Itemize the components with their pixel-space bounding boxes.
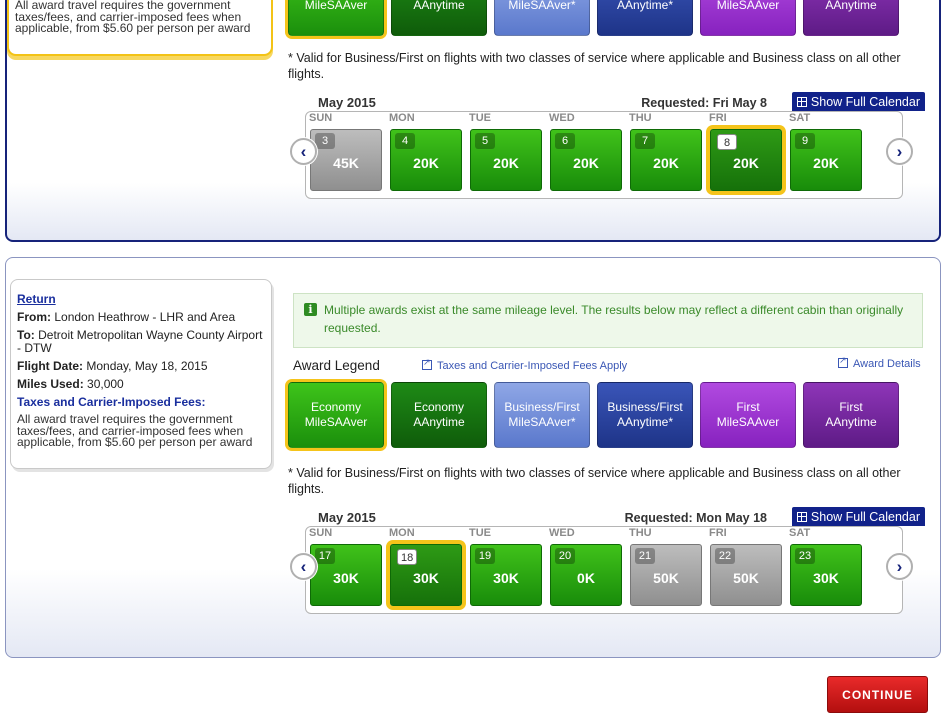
outbound-award-legend: MileSAAver AAnytime MileSAAver* AAnytime… [288, 0, 906, 36]
calendar-day-cell[interactable]: 19 30K [470, 544, 542, 606]
outbound-award-first-aanytime[interactable]: AAnytime [803, 0, 899, 36]
calendar-day-cell[interactable]: 7 20K [630, 129, 702, 191]
calendar-day-cell[interactable]: 8 20K [710, 129, 782, 191]
calendar-day-number: 7 [635, 133, 655, 149]
calendar-day-number: 23 [795, 548, 815, 564]
return-award-legend: Economy MileSAAver Economy AAnytime Busine… [288, 382, 906, 448]
outbound-award-business-milesaaver[interactable]: MileSAAver* [494, 0, 590, 36]
calendar-day-miles: 50K [733, 570, 759, 586]
chevron-left-icon[interactable]: ‹ [290, 553, 317, 580]
return-award-business-aanytime[interactable]: Business/First AAnytime* [597, 382, 693, 448]
return-to: To: Detroit Metropolitan Wayne County Ai… [17, 328, 263, 355]
calendar-day-cell[interactable]: 23 30K [790, 544, 862, 606]
outbound-valid-note: * Valid for Business/First on flights wi… [288, 51, 901, 81]
calendar-day-miles: 30K [333, 570, 359, 586]
outbound-calendar-month: May 2015 [318, 95, 376, 110]
calendar-day-cell[interactable]: 5 20K [470, 129, 542, 191]
calendar-day-number: 20 [555, 548, 575, 564]
return-requested-date: Requested: Mon May 18 [624, 511, 767, 525]
return-from: From: London Heathrow - LHR and Area [17, 310, 236, 324]
calendar-day-cell[interactable]: 22 50K [710, 544, 782, 606]
return-award-business-milesaaver[interactable]: Business/First MileSAAver* [494, 382, 590, 448]
calendar-day-cell[interactable]: 18 30K [390, 544, 462, 606]
calendar-day-number: 19 [475, 548, 495, 564]
calendar-day-miles: 20K [573, 155, 599, 171]
calendar-day-miles: 20K [493, 155, 519, 171]
return-calendar-month: May 2015 [318, 510, 376, 525]
calendar-day-cell[interactable]: 21 50K [630, 544, 702, 606]
chevron-right-icon[interactable]: › [886, 138, 913, 165]
return-award-first-aanytime[interactable]: First AAnytime [803, 382, 899, 448]
outbound-requested-date: Requested: Fri May 8 [641, 96, 767, 110]
award-details-link[interactable]: Award Details [838, 355, 921, 370]
chevron-right-icon[interactable]: › [886, 553, 913, 580]
calendar-grid-icon [796, 96, 807, 107]
calendar-day-miles: 45K [333, 155, 359, 171]
calendar-day-miles: 0K [577, 570, 595, 586]
calendar-day-miles: 20K [653, 155, 679, 171]
calendar-day-number: 8 [717, 134, 737, 150]
calendar-day-miles: 20K [813, 155, 839, 171]
return-miles-used: Miles Used: 30,000 [17, 377, 124, 391]
return-fees-text: All award travel requires the government… [17, 412, 253, 449]
calendar-day-number: 5 [475, 133, 495, 149]
calendar-day-number: 21 [635, 548, 655, 564]
calendar-day-number: 6 [555, 133, 575, 149]
return-award-first-milesaaver[interactable]: First MileSAAver [700, 382, 796, 448]
outbound-weekday-header: SUN MON TUE WED THU FRI SAT [309, 112, 811, 124]
outbound-fees-text: All award travel requires the government… [15, 0, 251, 35]
calendar-day-miles: 20K [413, 155, 439, 171]
calendar-day-number: 22 [715, 548, 735, 564]
calendar-day-miles: 30K [493, 570, 519, 586]
award-legend-title: Award Legend [293, 358, 380, 373]
outbound-award-economy-milesaaver[interactable]: MileSAAver [288, 0, 384, 36]
return-flight-date: Flight Date: Monday, May 18, 2015 [17, 359, 208, 373]
outbound-award-economy-aanytime[interactable]: AAnytime [391, 0, 487, 36]
return-info-box: Return From: London Heathrow - LHR and A… [10, 279, 272, 469]
calendar-day-cell[interactable]: 20 0K [550, 544, 622, 606]
return-award-economy-aanytime[interactable]: Economy AAnytime [391, 382, 487, 448]
calendar-day-number: 9 [795, 133, 815, 149]
return-valid-note: * Valid for Business/First on flights wi… [288, 466, 901, 496]
return-award-economy-milesaaver[interactable]: Economy MileSAAver [288, 382, 384, 448]
external-link-icon [838, 355, 848, 368]
calendar-day-number: 18 [397, 549, 418, 565]
calendar-day-cell[interactable]: 9 20K [790, 129, 862, 191]
calendar-day-miles: 30K [413, 570, 439, 586]
outbound-info-box: All award travel requires the government… [7, 0, 273, 56]
chevron-left-icon[interactable]: ‹ [290, 138, 317, 165]
return-weekday-header: SUN MON TUE WED THU FRI SAT [309, 527, 811, 539]
outbound-award-business-aanytime[interactable]: AAnytime* [597, 0, 693, 36]
calendar-day-number: 17 [315, 548, 335, 564]
multiple-awards-notice: i Multiple awards exist at the same mile… [293, 293, 923, 348]
calendar-day-cell[interactable]: 4 20K [390, 129, 462, 191]
return-fees-title: Taxes and Carrier-Imposed Fees: [17, 395, 206, 409]
return-calendar-days: 17 30K 18 30K 19 30K 20 0K 21 50K 22 50K 23 30K [310, 544, 870, 606]
calendar-day-number: 3 [315, 133, 335, 149]
outbound-show-full-calendar-button[interactable]: Show Full Calendar [791, 92, 925, 111]
return-show-full-calendar-button[interactable]: Show Full Calendar [791, 507, 925, 526]
calendar-day-miles: 30K [813, 570, 839, 586]
calendar-day-miles: 50K [653, 570, 679, 586]
calendar-day-cell[interactable]: 17 30K [310, 544, 382, 606]
calendar-day-number: 4 [395, 133, 415, 149]
calendar-day-miles: 20K [733, 155, 759, 171]
info-icon: i [304, 303, 317, 316]
calendar-day-cell[interactable]: 6 20K [550, 129, 622, 191]
outbound-calendar-days: 3 45K 4 20K 5 20K 6 20K 7 20K 8 20K 9 20K [310, 129, 870, 191]
external-link-icon [422, 357, 432, 370]
continue-button[interactable]: CONTINUE [827, 676, 928, 713]
calendar-grid-icon [796, 511, 807, 522]
return-link[interactable]: Return [17, 293, 265, 306]
taxes-fees-link[interactable]: Taxes and Carrier-Imposed Fees Apply [422, 357, 627, 372]
calendar-day-cell[interactable]: 3 45K [310, 129, 382, 191]
outbound-award-first-milesaaver[interactable]: MileSAAver [700, 0, 796, 36]
